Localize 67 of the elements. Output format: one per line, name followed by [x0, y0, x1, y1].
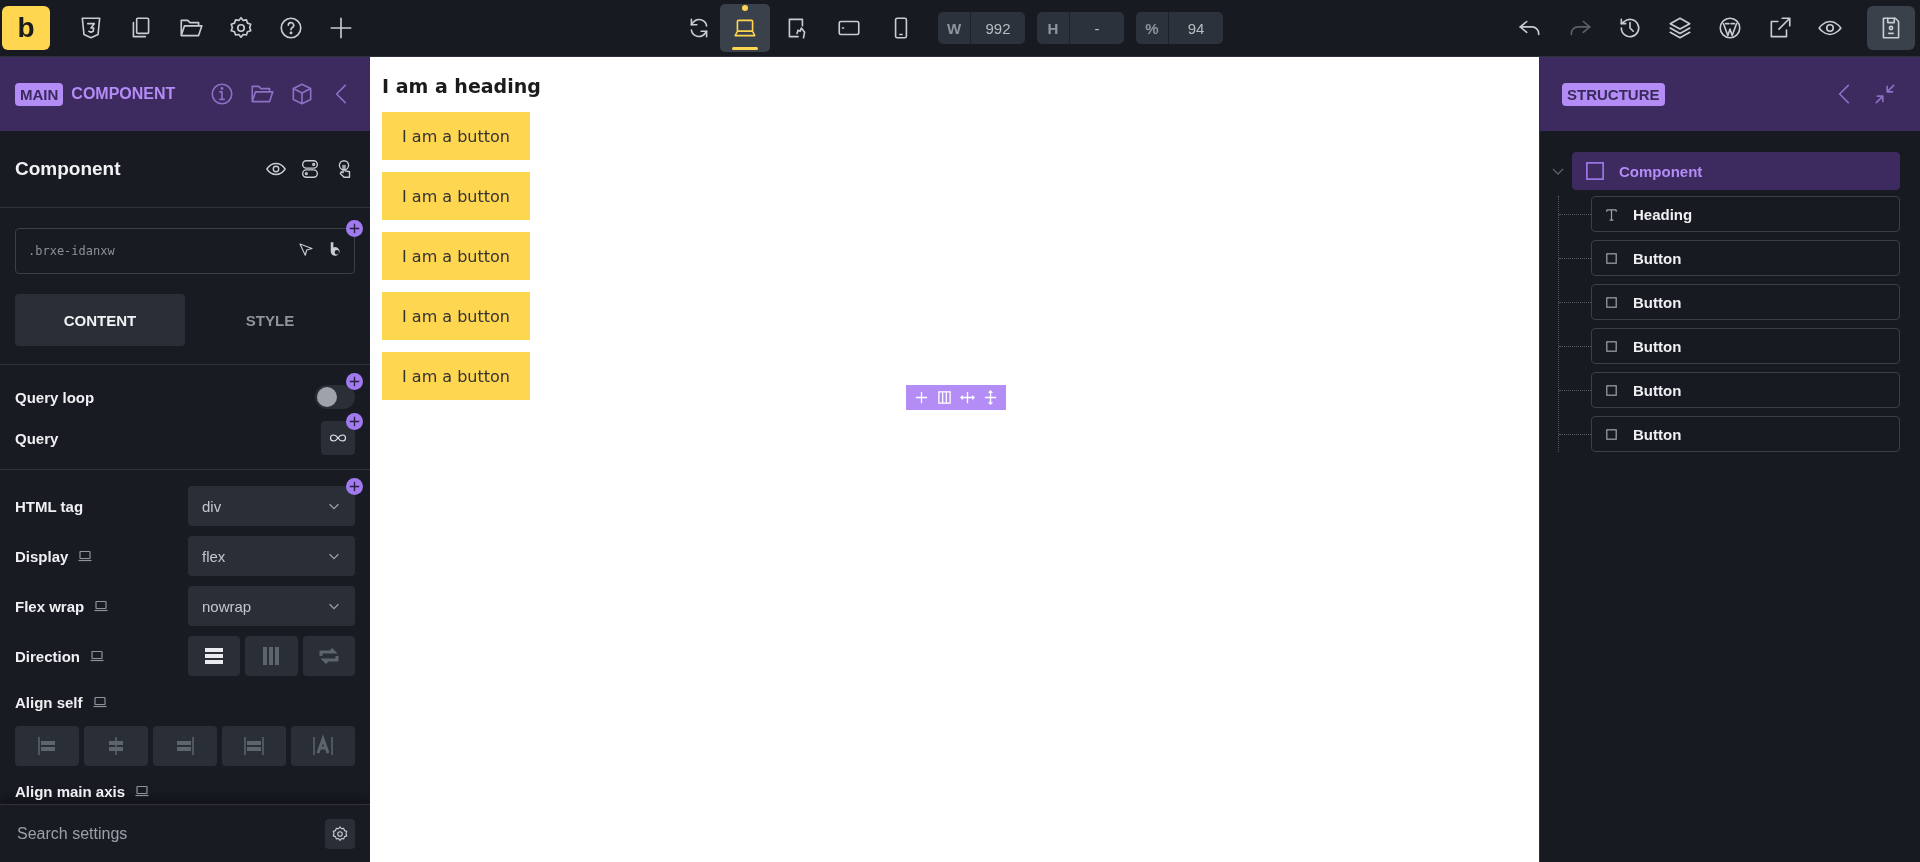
canvas-button[interactable]: I am a button [382, 292, 530, 340]
canvas-button[interactable]: I am a button [382, 232, 530, 280]
columns-icon[interactable] [937, 390, 952, 405]
dimension-field[interactable]: % 94 [1136, 12, 1223, 44]
setting-label: Query [15, 429, 59, 447]
info-icon[interactable] [209, 81, 235, 107]
setting-label: Query loop [15, 388, 95, 406]
square-icon [1604, 294, 1619, 310]
panel-title: COMPONENT [71, 85, 176, 103]
tree-item[interactable]: Heading [1591, 196, 1900, 232]
select-field[interactable]: nowrap [188, 586, 355, 626]
panel-tab[interactable]: STYLE [185, 294, 355, 346]
tree-item[interactable]: Component [1572, 152, 1900, 190]
logo[interactable]: b [2, 6, 50, 50]
setting-label: Direction [15, 647, 80, 665]
select-field[interactable]: flex [188, 536, 355, 576]
plus-badge-icon[interactable] [346, 413, 363, 430]
wordpress-icon[interactable] [1717, 15, 1743, 41]
element-title: Component [15, 158, 121, 180]
square-icon [1604, 338, 1619, 354]
save-button[interactable] [1867, 6, 1915, 50]
square-icon [1604, 250, 1619, 266]
setting-label: Display [15, 547, 69, 565]
plus-badge-icon[interactable] [346, 220, 363, 237]
vertical-resize-icon[interactable] [983, 390, 998, 405]
setting-label: Flex wrap [15, 597, 85, 615]
add-icon[interactable] [328, 15, 354, 41]
plus-badge-icon[interactable] [346, 373, 363, 390]
horizontal-resize-icon[interactable] [960, 390, 975, 405]
select-field[interactable]: div [188, 486, 355, 526]
canvas-button[interactable]: I am a button [382, 112, 530, 160]
cursor-icon[interactable] [297, 241, 315, 259]
tree-item[interactable]: Button [1591, 240, 1900, 276]
text-icon [1604, 206, 1619, 222]
class-field[interactable]: .brxe-idanxw [15, 228, 355, 274]
square-icon [1604, 426, 1619, 442]
layers-icon[interactable] [1667, 15, 1693, 41]
setting-label: Align self [15, 693, 83, 711]
square-icon [1585, 161, 1605, 181]
panel-tab[interactable]: CONTENT [15, 294, 185, 346]
setting-label: Align main axis [15, 782, 126, 800]
tree-item[interactable]: Button [1591, 372, 1900, 408]
tree-item[interactable]: Button [1591, 416, 1900, 452]
dimension-field[interactable]: W 992 [938, 12, 1025, 44]
setting-label: HTML tag [15, 497, 84, 515]
device-button[interactable] [720, 4, 770, 52]
square-icon [1604, 382, 1619, 398]
query-button[interactable] [321, 421, 355, 455]
baseline-icon [311, 734, 335, 758]
canvas-button[interactable]: I am a button [382, 172, 530, 220]
tree-item[interactable]: Button [1591, 328, 1900, 364]
search-settings-field[interactable]: Search settings [15, 823, 315, 844]
toggle-switch[interactable] [315, 385, 355, 409]
panel-badge: STRUCTURE [1562, 82, 1665, 106]
stretch-icon [242, 734, 266, 758]
direction-option[interactable] [188, 636, 241, 676]
plus-badge-icon[interactable] [346, 478, 363, 495]
settings-icon[interactable] [228, 15, 254, 41]
dimension-field[interactable]: H - [1037, 12, 1124, 44]
canvas-button[interactable]: I am a button [382, 352, 530, 400]
toggles-icon[interactable] [299, 158, 321, 180]
canvas-heading: I am a heading [382, 75, 541, 97]
settings-button[interactable] [325, 818, 355, 849]
panel-badge: MAIN [15, 82, 64, 106]
help-icon[interactable] [278, 15, 304, 41]
settings-icon [331, 824, 349, 843]
tree-item[interactable]: Button [1591, 284, 1900, 320]
